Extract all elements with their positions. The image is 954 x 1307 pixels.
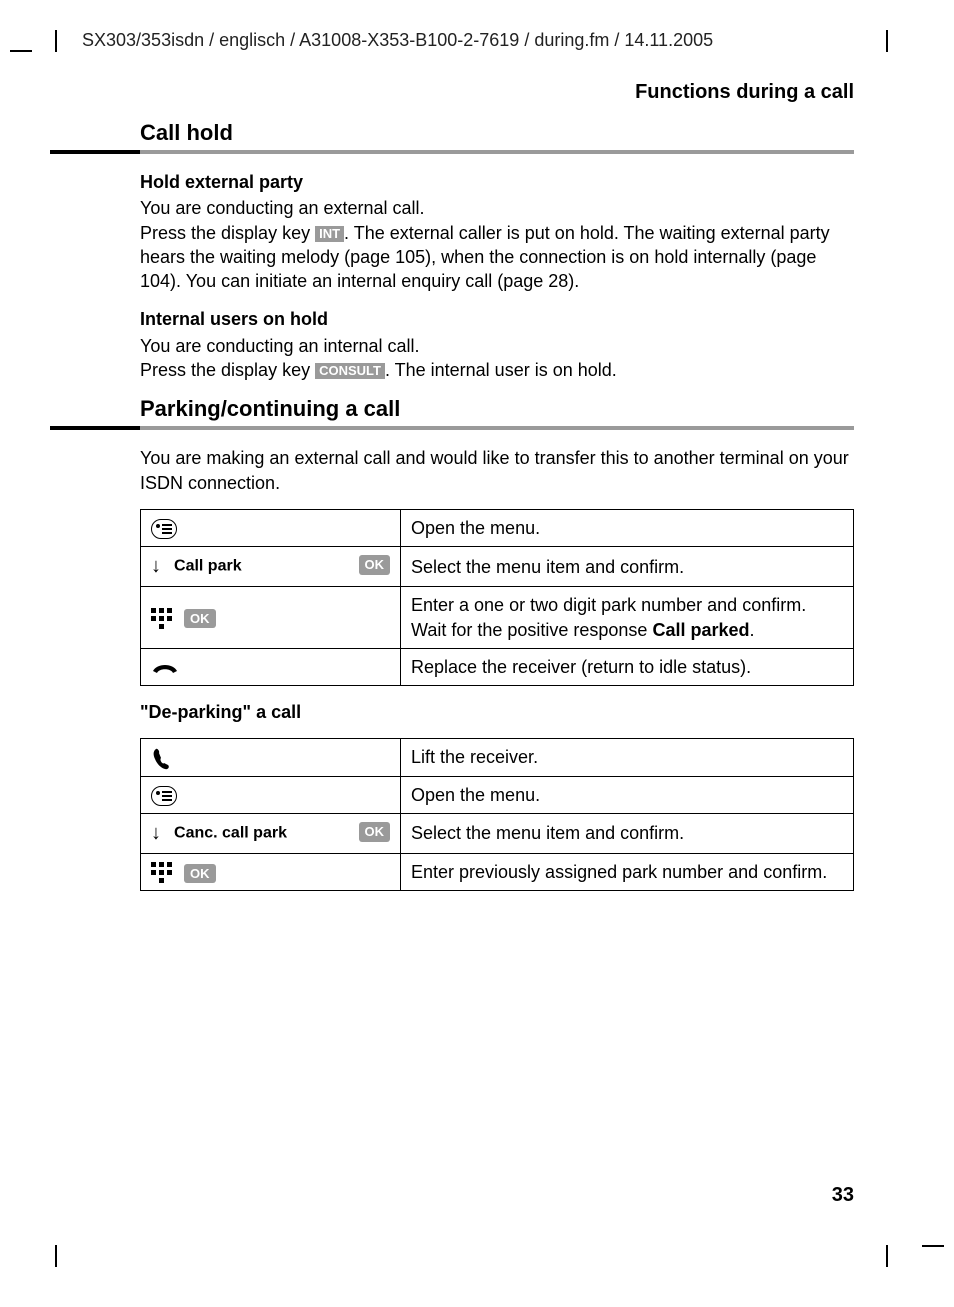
heading-rule — [50, 426, 854, 434]
desc-cell: Select the menu item and confirm. — [401, 814, 854, 854]
arrow-down-icon: ↓ — [151, 553, 161, 580]
subheading-deparking: "De-parking" a call — [140, 700, 854, 724]
heading-parking: Parking/continuing a call — [140, 396, 854, 422]
crop-mark — [55, 1245, 57, 1267]
text: Press the display key — [140, 360, 315, 380]
table-row: OK Enter a one or two digit park number … — [141, 587, 854, 649]
action-cell — [141, 776, 401, 813]
paragraph: You are conducting an external call. — [140, 196, 854, 220]
action-cell — [141, 648, 401, 685]
hangup-icon — [151, 661, 179, 675]
menu-item-label: Call park — [174, 558, 242, 575]
heading-rule — [50, 150, 854, 158]
action-cell — [141, 739, 401, 776]
crop-mark — [886, 1245, 888, 1267]
table-row: Open the menu. — [141, 776, 854, 813]
paragraph: You are conducting an internal call. — [140, 334, 854, 358]
action-cell: OK — [141, 587, 401, 649]
section-title: Functions during a call — [635, 81, 854, 104]
display-key-consult: CONSULT — [315, 363, 385, 379]
table-row: OK Enter previously assigned park number… — [141, 854, 854, 891]
action-cell: ↓ Canc. call park OK — [141, 814, 401, 854]
ok-badge: OK — [359, 822, 391, 842]
instruction-table-park: Open the menu. ↓ Call park OK Select the… — [140, 509, 854, 686]
text-bold: Call parked — [652, 620, 749, 640]
action-cell: OK — [141, 854, 401, 891]
desc-cell: Open the menu. — [401, 776, 854, 813]
body-block: You are making an external call and woul… — [140, 446, 854, 891]
table-row: Open the menu. — [141, 509, 854, 546]
table-row: Lift the receiver. — [141, 739, 854, 776]
body-block: Hold external party You are conducting a… — [140, 170, 854, 382]
desc-cell: Enter previously assigned park number an… — [401, 854, 854, 891]
text: . The internal user is on hold. — [385, 360, 617, 380]
crop-mark — [886, 30, 888, 52]
instruction-table-depark: Lift the receiver. Open the menu. ↓ Canc… — [140, 738, 854, 891]
desc-cell: Lift the receiver. — [401, 739, 854, 776]
keypad-icon — [151, 862, 173, 884]
table-row: ↓ Call park OK Select the menu item and … — [141, 547, 854, 587]
desc-cell: Enter a one or two digit park number and… — [401, 587, 854, 649]
action-cell: ↓ Call park OK — [141, 547, 401, 587]
display-key-int: INT — [315, 226, 344, 242]
table-row: ↓ Canc. call park OK Select the menu ite… — [141, 814, 854, 854]
menu-icon — [151, 519, 177, 539]
lift-receiver-icon — [151, 748, 171, 770]
header-path: SX303/353isdn / englisch / A31008-X353-B… — [82, 30, 713, 51]
paragraph: You are making an external call and woul… — [140, 446, 854, 495]
subheading-internal-hold: Internal users on hold — [140, 307, 854, 331]
menu-icon — [151, 786, 177, 806]
text: Press the display key — [140, 223, 315, 243]
desc-cell: Open the menu. — [401, 509, 854, 546]
page-number: 33 — [832, 1184, 854, 1207]
ok-badge: OK — [184, 864, 216, 884]
heading-call-hold: Call hold — [140, 120, 854, 146]
page-content: Call hold Hold external party You are co… — [50, 120, 854, 905]
crop-mark — [55, 30, 57, 52]
ok-badge: OK — [184, 609, 216, 629]
ok-badge: OK — [359, 555, 391, 575]
crop-mark — [922, 1245, 944, 1247]
paragraph: Press the display key CONSULT. The inter… — [140, 358, 854, 382]
subheading-hold-external: Hold external party — [140, 170, 854, 194]
action-cell — [141, 509, 401, 546]
keypad-icon — [151, 608, 173, 630]
desc-cell: Select the menu item and confirm. — [401, 547, 854, 587]
text: . — [750, 620, 755, 640]
crop-mark — [10, 50, 32, 52]
arrow-down-icon: ↓ — [151, 820, 161, 847]
menu-item-label: Canc. call park — [174, 825, 287, 842]
paragraph: Press the display key INT. The external … — [140, 221, 854, 294]
table-row: Replace the receiver (return to idle sta… — [141, 648, 854, 685]
desc-cell: Replace the receiver (return to idle sta… — [401, 648, 854, 685]
